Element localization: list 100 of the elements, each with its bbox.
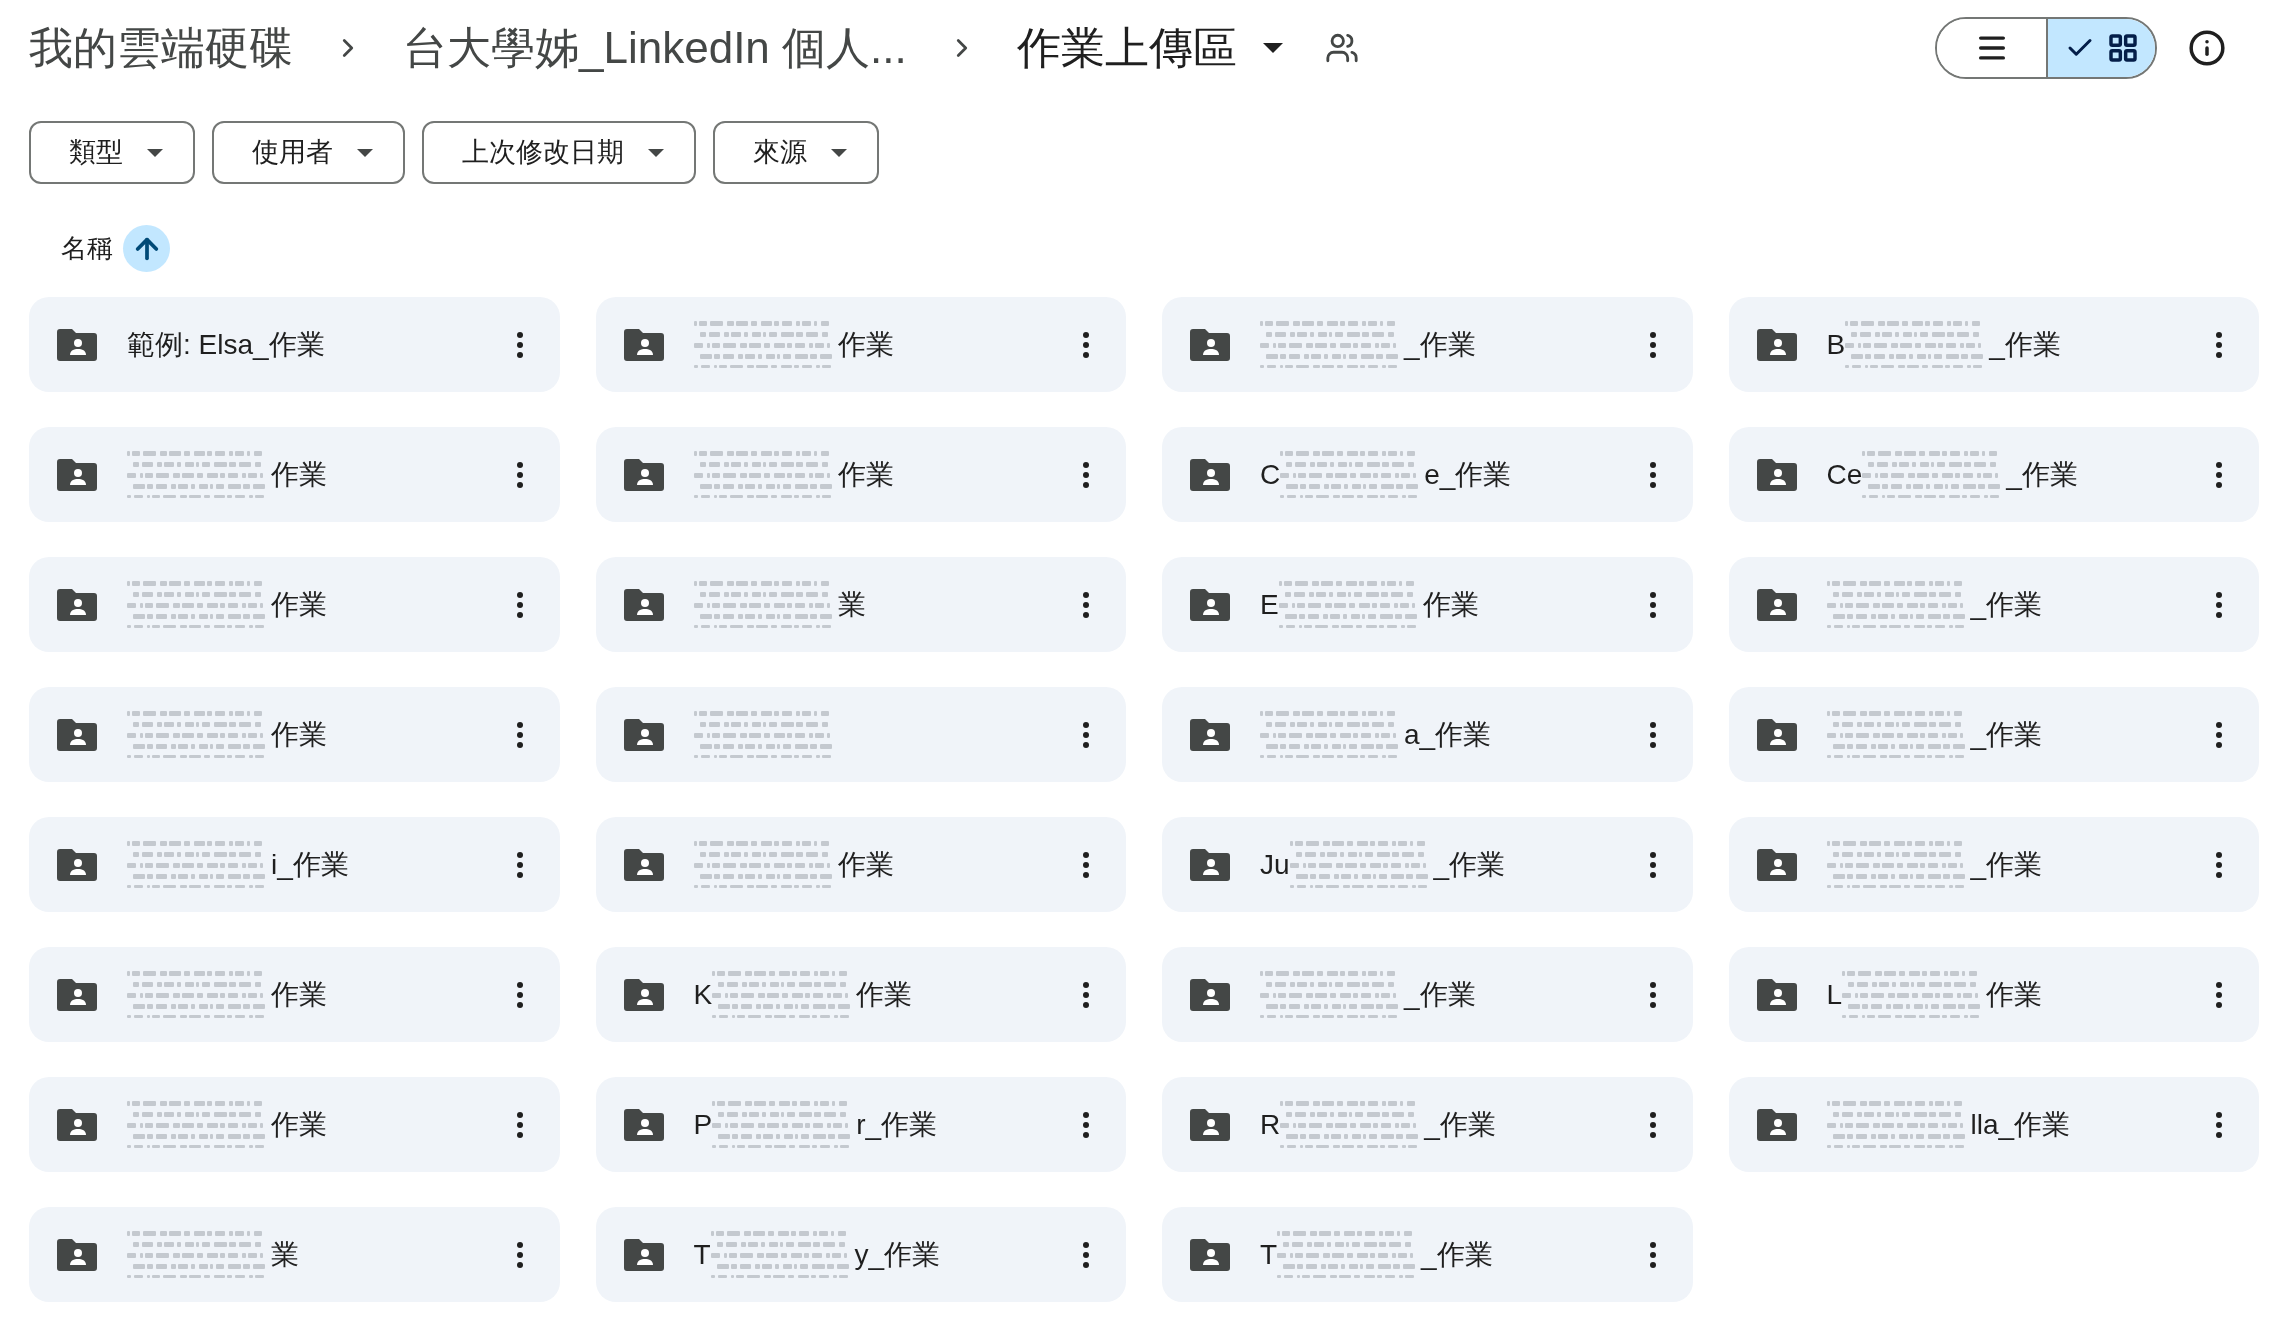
more-icon [2216,461,2222,488]
shared-folder-icon [1756,328,1797,361]
folder-card[interactable]: 作業 [29,687,560,782]
folder-name-start: Ju [1260,847,1290,882]
folder-name: 作業 [1986,977,2043,1012]
shared-folder-icon [1756,1108,1797,1141]
shared-folder-icon [623,718,664,751]
shared-folder-icon [57,458,97,491]
dropdown-caret-icon [357,148,373,157]
folder-name-start: T [693,1237,711,1272]
more-icon [516,331,523,358]
folder-name-start: C [1260,457,1281,492]
folder-card[interactable]: C e_作業 [1162,427,1693,522]
shared-folder-icon [623,588,664,621]
more-icon [516,1241,523,1268]
view-toggle-button[interactable] [2046,19,2155,77]
folder-name-start: B [1826,327,1846,362]
shared-folder-icon [1756,978,1797,1011]
folder-name: 作業 [271,977,327,1012]
folder-card[interactable]: Ce _作業 [1728,427,2259,522]
filter-chip[interactable]: 類型 [29,121,195,184]
breadcrumb-item[interactable]: 作業上傳區 [1016,26,1283,70]
folder-card[interactable] [595,687,1126,782]
breadcrumb-item[interactable]: 台大學姊_LinkedIn 個人... [403,26,907,70]
folder-card[interactable]: _作業 [1728,817,2259,912]
folder-card[interactable]: 作業 [29,1077,560,1172]
folder-name: a_作業 [1404,717,1492,752]
folder-card[interactable]: 作業 [595,427,1126,522]
folder-card[interactable]: lla_作業 [1728,1077,2259,1172]
folder-name: lla_作業 [1970,1107,2071,1142]
folder-name: 範例: Elsa_作業 [127,327,325,362]
more-icon [1649,591,1656,618]
shared-folder-icon [623,848,664,881]
shared-folder-icon [1190,328,1230,361]
dropdown-caret-icon [831,148,847,157]
folder-name-start: E [1260,587,1279,622]
shared-folder-icon [1190,1108,1230,1141]
sort-label: 名稱 [61,232,113,265]
folder-card[interactable]: P r_作業 [595,1077,1126,1172]
folder-card[interactable]: T _作業 [1162,1207,1693,1302]
shared-folder-icon [623,328,664,361]
folder-card[interactable]: 作業 [595,297,1126,392]
folder-name-start: Ce [1826,457,1863,492]
more-icon [2216,981,2222,1008]
more-icon [1083,981,1089,1008]
filter-chip[interactable]: 上次修改日期 [422,121,696,184]
folder-card[interactable]: a_作業 [1162,687,1693,782]
info-button[interactable] [2187,28,2227,68]
folder-card[interactable]: _作業 [1162,947,1693,1042]
folder-card[interactable]: i_作業 [29,817,560,912]
folder-card[interactable]: R _作業 [1162,1077,1693,1172]
more-icon [1649,331,1656,358]
folder-name: 作業 [856,977,913,1012]
folder-card[interactable]: 作業 [29,947,560,1042]
folder-card[interactable]: 業 [595,557,1126,652]
sort-direction-button[interactable] [123,225,170,272]
dropdown-caret-icon [147,148,163,157]
more-icon [2216,591,2222,618]
folder-card[interactable]: 業 [29,1207,560,1302]
filter-chip[interactable]: 使用者 [212,121,405,184]
folder-card[interactable]: 範例: Elsa_作業 [29,297,560,392]
shared-folder-icon [1190,848,1230,881]
more-icon [516,981,523,1008]
folder-card[interactable]: T y_作業 [595,1207,1126,1302]
shared-folder-icon [1756,588,1797,621]
folder-card[interactable]: 作業 [29,427,560,522]
more-icon [1649,1111,1656,1138]
folder-card[interactable]: _作業 [1728,687,2259,782]
shared-folder-icon [1190,978,1230,1011]
folder-card[interactable]: B _作業 [1728,297,2259,392]
more-icon [1083,331,1089,358]
folder-name-start: P [693,1107,713,1142]
shared-folder-icon [1756,458,1797,491]
more-icon [516,591,523,618]
folder-card[interactable]: E 作業 [1162,557,1693,652]
folder-name: _作業 [1421,1237,1493,1272]
folder-name-start: L [1826,977,1843,1012]
folder-card[interactable]: _作業 [1162,297,1693,392]
folder-card[interactable]: 作業 [595,817,1126,912]
grid-view-icon [2106,32,2139,64]
folder-card[interactable]: L 作業 [1728,947,2259,1042]
folder-card[interactable]: Ju _作業 [1162,817,1693,912]
folder-name: e_作業 [1424,457,1512,492]
folder-card[interactable]: _作業 [1728,557,2259,652]
shared-folder-icon [1756,848,1797,881]
folder-card[interactable]: 作業 [29,557,560,652]
info-icon [2188,29,2226,67]
more-icon [1649,851,1656,878]
more-icon [516,461,523,488]
folder-name: 作業 [837,327,894,362]
shared-folder-icon [623,978,664,1011]
folder-name: 作業 [271,717,327,752]
breadcrumb-item[interactable]: 我的雲端硬碟 [29,26,293,70]
more-icon [516,851,523,878]
folder-name: 作業 [1422,587,1479,622]
filter-chip[interactable]: 來源 [713,121,879,184]
more-icon [1649,981,1656,1008]
folder-card[interactable]: K 作業 [595,947,1126,1042]
folder-name: _作業 [2006,457,2078,492]
folder-name: _作業 [1433,847,1506,882]
